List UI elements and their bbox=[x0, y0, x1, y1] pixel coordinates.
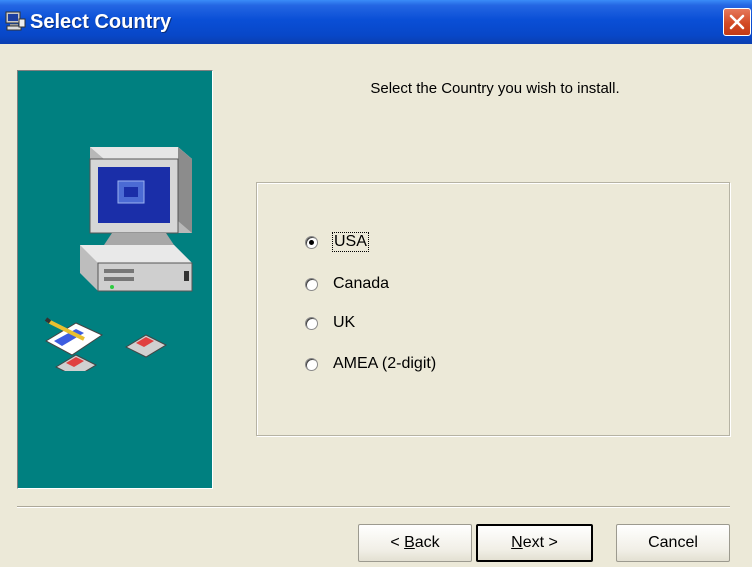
radio-uk[interactable]: UK bbox=[305, 312, 356, 334]
title-bar[interactable]: Select Country bbox=[0, 0, 752, 44]
next-button-mnemonic: N bbox=[511, 534, 523, 551]
setup-app-icon bbox=[4, 10, 26, 32]
back-button-rest: ack bbox=[414, 534, 440, 551]
radio-button[interactable] bbox=[305, 316, 318, 330]
next-button[interactable]: Next > bbox=[476, 524, 593, 562]
document-pencil-icon bbox=[44, 317, 104, 356]
setup-illustration bbox=[42, 141, 202, 378]
computer-icon bbox=[80, 147, 193, 292]
radio-label: AMEA (2-digit) bbox=[333, 355, 437, 372]
country-options-group: USA Canada UK AMEA (2-digit) bbox=[256, 182, 730, 436]
side-panel bbox=[17, 70, 213, 489]
window-title: Select Country bbox=[30, 11, 172, 33]
close-button[interactable] bbox=[723, 8, 751, 36]
radio-button[interactable] bbox=[305, 235, 318, 249]
radio-amea[interactable]: AMEA (2-digit) bbox=[305, 353, 437, 375]
radio-label: UK bbox=[333, 314, 356, 331]
back-button-prefix: < bbox=[390, 534, 405, 551]
back-button[interactable]: < Back bbox=[358, 524, 472, 562]
cancel-button[interactable]: Cancel bbox=[616, 524, 730, 562]
next-button-rest: ext > bbox=[522, 534, 558, 551]
radio-selected-dot bbox=[309, 239, 314, 245]
radio-label: USA bbox=[332, 232, 369, 252]
separator-line bbox=[17, 506, 730, 508]
back-button-mnemonic: B bbox=[404, 534, 415, 551]
radio-canada[interactable]: Canada bbox=[305, 273, 390, 295]
radio-button[interactable] bbox=[305, 357, 318, 371]
radio-button[interactable] bbox=[305, 277, 318, 291]
instruction-text: Select the Country you wish to install. bbox=[370, 80, 620, 97]
radio-usa[interactable]: USA bbox=[305, 231, 369, 253]
radio-label: Canada bbox=[333, 275, 390, 292]
